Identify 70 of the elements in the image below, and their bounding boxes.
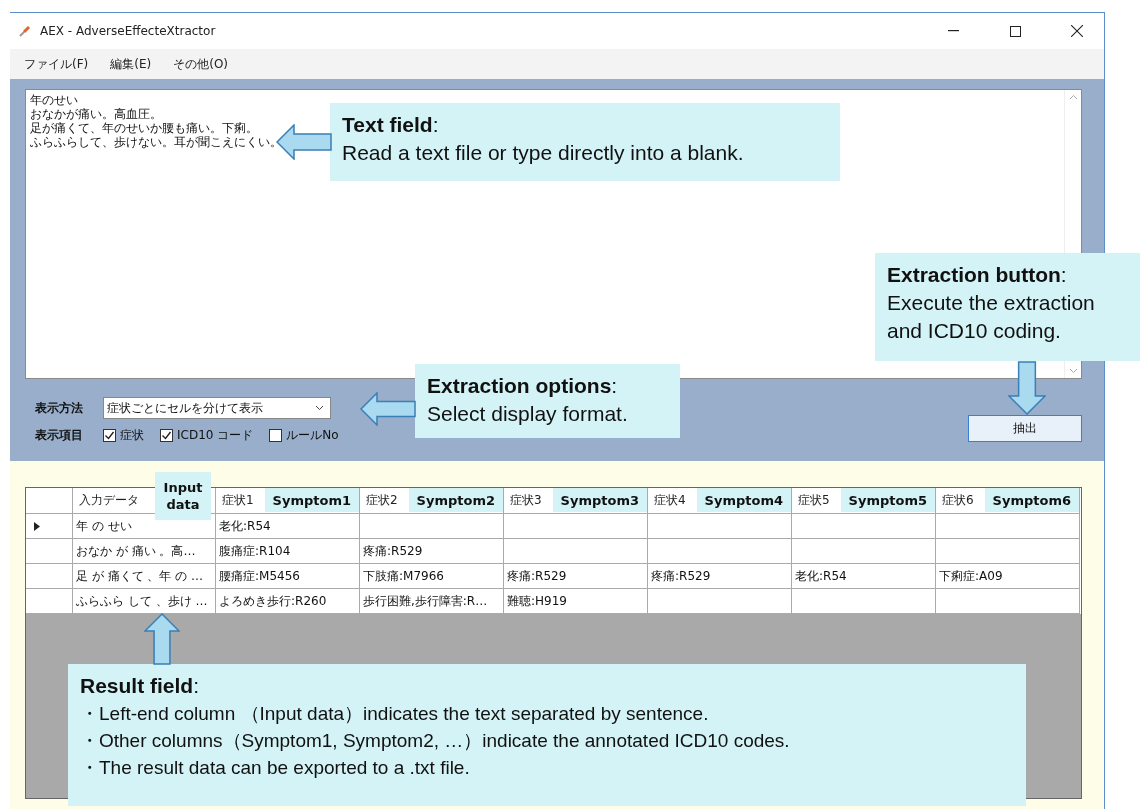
- column-header[interactable]: 症状1 Symptom1: [216, 488, 360, 514]
- annotation-text: Read a text file or type directly into a blank.: [342, 140, 745, 166]
- table-cell: おなか が 痛い 。高…: [73, 539, 216, 564]
- chevron-down-icon: [315, 405, 324, 411]
- menu-item[interactable]: 編集(E): [110, 55, 152, 73]
- left-arrow: [360, 392, 416, 426]
- column-header[interactable]: 症状3 Symptom3: [504, 488, 648, 514]
- row-header[interactable]: [26, 514, 73, 539]
- minimize-icon: [947, 30, 959, 32]
- checkbox-option[interactable]: 症状: [103, 427, 144, 444]
- column-annotation: Symptom2: [408, 488, 503, 512]
- column-header[interactable]: 症状6 Symptom6: [936, 488, 1080, 514]
- column-annotation: Symptom4: [696, 488, 791, 512]
- row-header[interactable]: [26, 539, 73, 564]
- column-annotation: Symptom5: [840, 488, 935, 512]
- column-annotation: Symptom1: [264, 488, 359, 512]
- chevron-down-icon: [1068, 368, 1078, 374]
- syringe-icon: [18, 24, 32, 38]
- checkbox[interactable]: [103, 429, 116, 442]
- checkbox[interactable]: [269, 429, 283, 442]
- annotation-text: ・The result data can be exported to a .txt file.: [80, 756, 471, 780]
- table-cell: 老化:R54: [792, 564, 936, 589]
- annotation-title: Extraction button:: [887, 262, 1068, 288]
- check-icon: [104, 430, 115, 441]
- column-annotation: Input data: [155, 472, 211, 520]
- checkbox[interactable]: [160, 429, 173, 442]
- window-title: AEX - AdverseEffecteXtractor: [40, 24, 217, 38]
- annotation-text: Select display format.: [427, 401, 629, 427]
- annotation-text: ・Left-end column （Input data）indicates the text separated by sentence.: [80, 702, 710, 726]
- annotation-text: and ICD10 coding.: [887, 318, 1062, 344]
- annotation-title: Text field:: [342, 112, 440, 138]
- table-cell: 疼痛:R529: [360, 539, 504, 564]
- row-header[interactable]: [26, 589, 73, 614]
- table-cell: 難聴:H919: [504, 589, 648, 614]
- table-cell: よろめき歩行:R260: [216, 589, 360, 614]
- display-method-label: 表示方法: [35, 399, 84, 417]
- left-arrow: [276, 124, 332, 160]
- table-cell: 疼痛:R529: [648, 564, 792, 589]
- table-cell: ふらふら して 、歩け …: [73, 589, 216, 614]
- down-arrow: [1008, 361, 1046, 415]
- close-icon: [1071, 25, 1083, 37]
- table-cell: 腰痛症:M5456: [216, 564, 360, 589]
- table-cell: 下痢症:A09: [936, 564, 1080, 589]
- annotation-text: ・Other columns（Symptom1, Symptom2, …）indicate the annotated ICD10 codes.: [80, 729, 791, 753]
- extract-button[interactable]: 抽出: [968, 415, 1082, 442]
- chevron-up-icon: [1068, 94, 1078, 100]
- column-annotation: Symptom3: [552, 488, 647, 512]
- column-header[interactable]: 症状4 Symptom4: [648, 488, 792, 514]
- up-arrow: [144, 613, 180, 665]
- menu-item[interactable]: その他(O): [173, 55, 229, 73]
- table-cell: 疼痛:R529: [504, 564, 648, 589]
- column-header[interactable]: 症状2 Symptom2: [360, 488, 504, 514]
- display-method-dropdown[interactable]: 症状ごとにセルを分けて表示: [103, 397, 331, 419]
- table-cell: 下肢痛:M7966: [360, 564, 504, 589]
- table-cell: 老化:R54: [216, 514, 360, 539]
- display-items-label: 表示項目: [35, 427, 84, 444]
- column-header[interactable]: 症状5 Symptom5: [792, 488, 936, 514]
- table-cell: 歩行困難,歩行障害:R…: [360, 589, 504, 614]
- checkbox-option[interactable]: ルールNo: [269, 427, 339, 444]
- table-cell: 腹痛症:R104: [216, 539, 360, 564]
- menu-item[interactable]: ファイル(F): [24, 55, 89, 73]
- row-header[interactable]: [26, 564, 73, 589]
- column-annotation: Symptom6: [984, 488, 1079, 512]
- check-icon: [161, 430, 172, 441]
- row-pointer-icon: [34, 521, 40, 531]
- table-cell: 年 の せい: [73, 514, 216, 539]
- annotation-title: Result field:: [80, 673, 201, 699]
- table-cell: 足 が 痛くて 、年 の …: [73, 564, 216, 589]
- checkbox-option[interactable]: ICD10 コード: [160, 427, 254, 444]
- maximize-icon: [1009, 25, 1021, 37]
